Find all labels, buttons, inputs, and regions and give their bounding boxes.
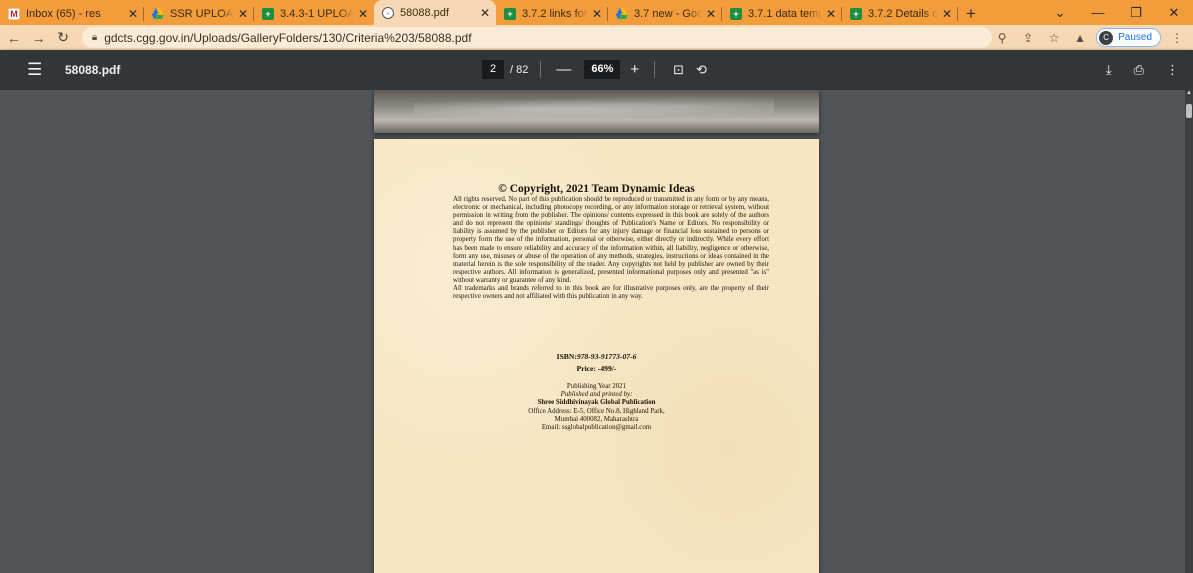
tab-label: 3.7.2 Details of [868, 7, 938, 20]
pdf-page: © Copyright, 2021 Team Dynamic Ideas All… [374, 139, 819, 573]
tab-label: 58088.pdf [400, 6, 449, 19]
pdf-filename: 58088.pdf [65, 63, 121, 77]
zoom-out-button[interactable]: — [556, 61, 571, 78]
drive-icon [152, 8, 164, 20]
tab-close-icon[interactable]: ✕ [480, 6, 490, 20]
tab-58088-pdf[interactable]: ◦ 58088.pdf ✕ [374, 0, 496, 25]
tab-3-7-2-links[interactable]: + 3.7.2 links for d ✕ [496, 2, 608, 25]
sheets-icon: + [504, 7, 516, 20]
tab-close-icon[interactable]: ✕ [358, 7, 368, 21]
tab-close-icon[interactable]: ✕ [942, 7, 952, 21]
tab-ssr-upload[interactable]: SSR UPLOAD - ✕ [144, 2, 254, 25]
pdf-toolbar: ☰ 58088.pdf 2 / 82 — 66% + ⊡ ⟲ ⤓ ⎙ ⋮ [0, 50, 1193, 90]
rotate-icon[interactable]: ⟲ [696, 62, 707, 78]
bookmark-star-icon[interactable]: ☆ [1044, 31, 1064, 45]
publisher-email: Email: ssglobalpublication@gmail.com [541, 424, 652, 432]
globe-icon: ◦ [382, 6, 394, 19]
tab-label: 3.4.3-1 UPLOAD [280, 7, 354, 20]
tab-3-7-new[interactable]: 3.7 new - Goog ✕ [608, 2, 722, 25]
city-address: Mumbai 400082, Maharashtra [554, 415, 639, 423]
scrollbar[interactable]: ▲ [1185, 90, 1193, 573]
page-number-input[interactable]: 2 [482, 60, 504, 79]
office-address: Office Address: E-5, Office No.8, Highla… [528, 407, 665, 415]
reload-button[interactable]: ↻ [52, 27, 74, 49]
tab-3-7-2-details[interactable]: + 3.7.2 Details of ✕ [842, 2, 958, 25]
previous-page-image [374, 90, 819, 133]
back-button[interactable]: ← [3, 27, 25, 49]
publisher-block: Publishing Year 2021 Published and print… [374, 383, 819, 432]
restore-button[interactable]: ❐ [1117, 5, 1155, 21]
trademarks-paragraph: All trademarks and brands referred to in… [453, 285, 769, 301]
tab-3-7-1-data[interactable]: + 3.7.1 data temp ✕ [722, 2, 842, 25]
copyright-title: © Copyright, 2021 Team Dynamic Ideas [498, 183, 695, 195]
tab-close-icon[interactable]: ✕ [128, 7, 138, 21]
forward-button[interactable]: → [28, 27, 50, 49]
download-icon[interactable]: ⤓ [1106, 62, 1112, 78]
price: Price: -499/- [576, 364, 617, 373]
sheets-icon: + [730, 7, 742, 20]
isbn-number: 978-93-91773-07-6 [576, 352, 637, 361]
tab-close-icon[interactable]: ✕ [238, 7, 248, 21]
sheets-icon: + [262, 7, 274, 20]
address-bar-row: ← → ↻ 🔒︎ gdcts.cgg.gov.in/Uploads/Galler… [0, 25, 1193, 50]
drive-icon [616, 8, 628, 20]
rights-paragraph: All rights reserved. No part of this pub… [453, 196, 769, 284]
new-tab-button[interactable]: + [958, 2, 984, 25]
copyright-body: All rights reserved. No part of this pub… [453, 196, 769, 301]
tab-inbox[interactable]: M Inbox (65) - res ✕ [0, 2, 144, 25]
scroll-up-icon[interactable]: ▲ [1186, 90, 1192, 96]
tab-label: 3.7.2 links for d [522, 7, 588, 20]
hamburger-menu-icon[interactable]: ☰ [27, 60, 51, 80]
share-icon[interactable]: ⇪ [1018, 31, 1038, 45]
tab-search-icon[interactable]: ⌄ [1041, 5, 1079, 21]
isbn: ISBN:978-93-91773-07-6 [374, 352, 819, 361]
page-controls: 2 / 82 — 66% + ⊡ ⟲ [482, 60, 713, 79]
url-text[interactable]: gdcts.cgg.gov.in/Uploads/GalleryFolders/… [104, 31, 471, 45]
profile-button[interactable]: C Paused [1096, 28, 1162, 47]
avatar: C [1099, 30, 1114, 45]
tab-strip: M Inbox (65) - res ✕ SSR UPLOAD - ✕ + 3.… [0, 0, 1193, 25]
isbn-label: ISBN: [556, 352, 577, 361]
gmail-icon: M [8, 7, 20, 20]
zoom-input[interactable]: 66% [584, 60, 621, 79]
tab-label: 3.7 new - Goog [634, 7, 702, 20]
publishing-year: Publishing Year 2021 [566, 383, 627, 390]
tab-close-icon[interactable]: ✕ [826, 7, 836, 21]
page-total: / 82 [510, 63, 529, 76]
publisher-name: Shree Siddhivinayak Global Publication [537, 399, 656, 407]
lock-icon[interactable]: 🔒︎ [92, 32, 97, 43]
pdf-viewer[interactable]: © Copyright, 2021 Team Dynamic Ideas All… [0, 90, 1193, 573]
more-options-icon[interactable]: ⋮ [1166, 62, 1179, 78]
minimize-button[interactable]: — [1079, 5, 1117, 20]
tab-label: 3.7.1 data temp [748, 7, 822, 20]
sheets-icon: + [850, 7, 862, 20]
tab-close-icon[interactable]: ✕ [706, 7, 716, 21]
close-window-button[interactable]: ✕ [1155, 5, 1193, 21]
print-icon[interactable]: ⎙ [1134, 62, 1144, 78]
tab-close-icon[interactable]: ✕ [592, 7, 602, 21]
tab-3-4-3-upload[interactable]: + 3.4.3-1 UPLOAD ✕ [254, 2, 374, 25]
scrollbar-thumb[interactable] [1186, 104, 1192, 118]
zoom-in-button[interactable]: + [630, 61, 639, 78]
extensions-icon[interactable]: ▲ [1070, 31, 1090, 45]
published-by: Published and printed by: [560, 391, 633, 399]
tab-label: Inbox (65) - res [26, 7, 101, 20]
fit-page-icon[interactable]: ⊡ [673, 62, 684, 78]
kebab-menu-icon[interactable]: ⋮ [1167, 31, 1187, 45]
profile-status: Paused [1118, 32, 1153, 43]
omnibox[interactable]: 🔒︎ gdcts.cgg.gov.in/Uploads/GalleryFolde… [81, 27, 993, 48]
tab-label: SSR UPLOAD - [170, 7, 234, 20]
zoom-search-icon[interactable]: ⚲ [992, 31, 1012, 45]
